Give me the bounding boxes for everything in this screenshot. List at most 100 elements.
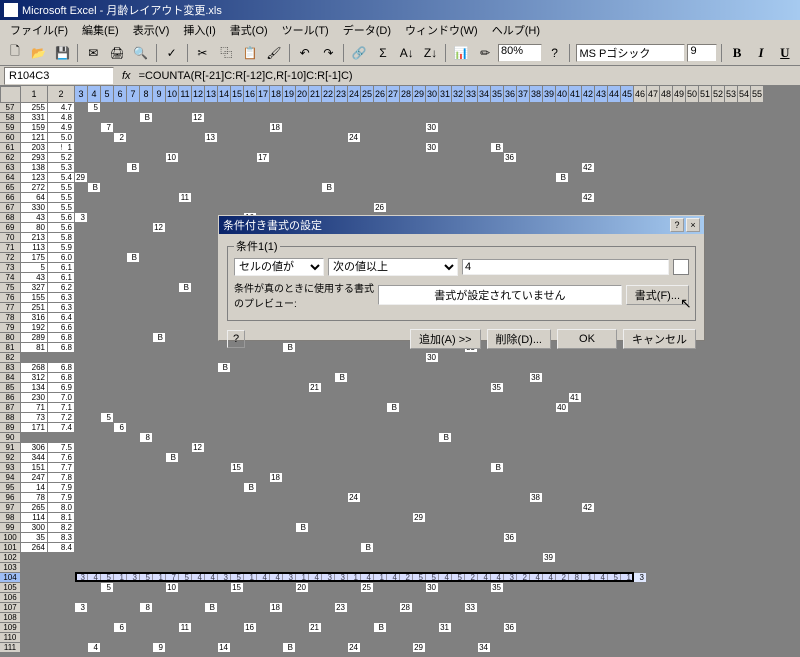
cell[interactable]: B	[322, 183, 334, 192]
menu-edit[interactable]: 編集(E)	[76, 20, 125, 40]
cell[interactable]: 4	[257, 573, 269, 582]
cell[interactable]: 123	[21, 173, 47, 182]
menu-tools[interactable]: ツール(T)	[276, 20, 335, 40]
cell[interactable]: 12	[192, 113, 204, 122]
cell[interactable]: 11	[179, 623, 191, 632]
cell[interactable]: 4	[88, 643, 100, 652]
col-header[interactable]: 33	[465, 86, 478, 103]
cell[interactable]: 41	[569, 393, 581, 402]
condition-type-select[interactable]: セルの値が	[234, 258, 324, 276]
col-header[interactable]: 9	[153, 86, 166, 103]
link-icon[interactable]: 🔗	[348, 42, 370, 64]
col-header[interactable]: 25	[361, 86, 374, 103]
row-header[interactable]: 69	[0, 223, 21, 233]
col-header[interactable]: 42	[582, 86, 595, 103]
col-header[interactable]: 36	[504, 86, 517, 103]
cell[interactable]: B	[296, 523, 308, 532]
cell[interactable]: 2	[465, 573, 477, 582]
row-header[interactable]: 84	[0, 373, 21, 383]
col-header[interactable]: 8	[140, 86, 153, 103]
row-header[interactable]: 63	[0, 163, 21, 173]
cell[interactable]: 3	[335, 573, 347, 582]
cell[interactable]: B	[88, 183, 100, 192]
row-header[interactable]: 70	[0, 233, 21, 243]
col-header[interactable]: 6	[114, 86, 127, 103]
cell[interactable]: 38	[530, 373, 542, 382]
row-header[interactable]: 60	[0, 133, 21, 143]
sort-desc-icon[interactable]: Z↓	[420, 42, 442, 64]
col-header[interactable]: 32	[452, 86, 465, 103]
row-header[interactable]: 98	[0, 513, 21, 523]
col-header[interactable]: 29	[413, 86, 426, 103]
cell[interactable]: 5	[608, 573, 620, 582]
copy-icon[interactable]: ⿻	[215, 42, 237, 64]
row-header[interactable]: 103	[0, 563, 21, 573]
cell[interactable]: 7.5	[48, 443, 74, 452]
cell[interactable]: 5.9	[48, 243, 74, 252]
col-header[interactable]: 19	[283, 86, 296, 103]
cell[interactable]: 6.8	[48, 343, 74, 352]
format-button[interactable]: 書式(F)...	[626, 285, 689, 305]
cell[interactable]: 1	[153, 573, 165, 582]
cell[interactable]: 24	[348, 493, 360, 502]
cell[interactable]: 4	[543, 573, 555, 582]
cell[interactable]: 230	[21, 393, 47, 402]
cell[interactable]: 1	[582, 573, 594, 582]
cell[interactable]: 33	[465, 603, 477, 612]
cell[interactable]: B	[218, 363, 230, 372]
cell[interactable]: 7	[166, 573, 178, 582]
cell[interactable]: 8	[140, 433, 152, 442]
col-header[interactable]: 53	[725, 86, 738, 103]
print-icon[interactable]: 🖨	[106, 42, 128, 64]
cell[interactable]: 10	[166, 583, 178, 592]
delete-button[interactable]: 削除(D)...	[487, 329, 551, 349]
cell[interactable]: 5	[88, 103, 100, 112]
dialog-help-icon[interactable]: ?	[227, 330, 245, 348]
cell[interactable]: 2	[517, 573, 529, 582]
cell[interactable]: 247	[21, 473, 47, 482]
col-header[interactable]: 34	[478, 86, 491, 103]
cell[interactable]: 4	[491, 573, 503, 582]
cell[interactable]: 16	[244, 623, 256, 632]
cell[interactable]: B	[491, 143, 503, 152]
col-header[interactable]: 23	[335, 86, 348, 103]
row-header[interactable]: 88	[0, 413, 21, 423]
row-header[interactable]: 75	[0, 283, 21, 293]
row-header[interactable]: 106	[0, 593, 21, 603]
cell[interactable]: 4	[478, 573, 490, 582]
row-header[interactable]: 99	[0, 523, 21, 533]
row-header[interactable]: 80	[0, 333, 21, 343]
cell[interactable]: 5.5	[48, 183, 74, 192]
cell[interactable]: 155	[21, 293, 47, 302]
cell[interactable]: 251	[21, 303, 47, 312]
row-header[interactable]: 110	[0, 633, 21, 643]
cell[interactable]: 5.2	[48, 153, 74, 162]
cell[interactable]: 21	[309, 623, 321, 632]
cell[interactable]: 40	[556, 403, 568, 412]
cell[interactable]: 73	[21, 413, 47, 422]
cell[interactable]: 5.5	[48, 193, 74, 202]
row-header[interactable]: 90	[0, 433, 21, 443]
col-header[interactable]: 27	[387, 86, 400, 103]
cell[interactable]: B	[179, 283, 191, 292]
row-header[interactable]: 62	[0, 153, 21, 163]
underline-button[interactable]: U	[774, 42, 796, 64]
cell[interactable]: 4	[192, 573, 204, 582]
cell[interactable]: 312	[21, 373, 47, 382]
col-header[interactable]: 45	[621, 86, 634, 103]
cell[interactable]: 7	[101, 123, 113, 132]
cell[interactable]: B	[127, 253, 139, 262]
col-header[interactable]: 3	[75, 86, 88, 103]
cell[interactable]: 29	[413, 513, 425, 522]
menu-insert[interactable]: 挿入(I)	[177, 20, 221, 40]
name-box[interactable]: R104C3	[4, 67, 114, 85]
cell[interactable]: 6.3	[48, 303, 74, 312]
cell[interactable]: 3	[504, 573, 516, 582]
cell[interactable]: 300	[21, 523, 47, 532]
comparison-select[interactable]: 次の値以上	[328, 258, 458, 276]
cell[interactable]: 5	[179, 573, 191, 582]
cell[interactable]: 5	[140, 573, 152, 582]
cell[interactable]: 26	[374, 203, 386, 212]
cell[interactable]: 2	[114, 133, 126, 142]
row-header[interactable]: 101	[0, 543, 21, 553]
